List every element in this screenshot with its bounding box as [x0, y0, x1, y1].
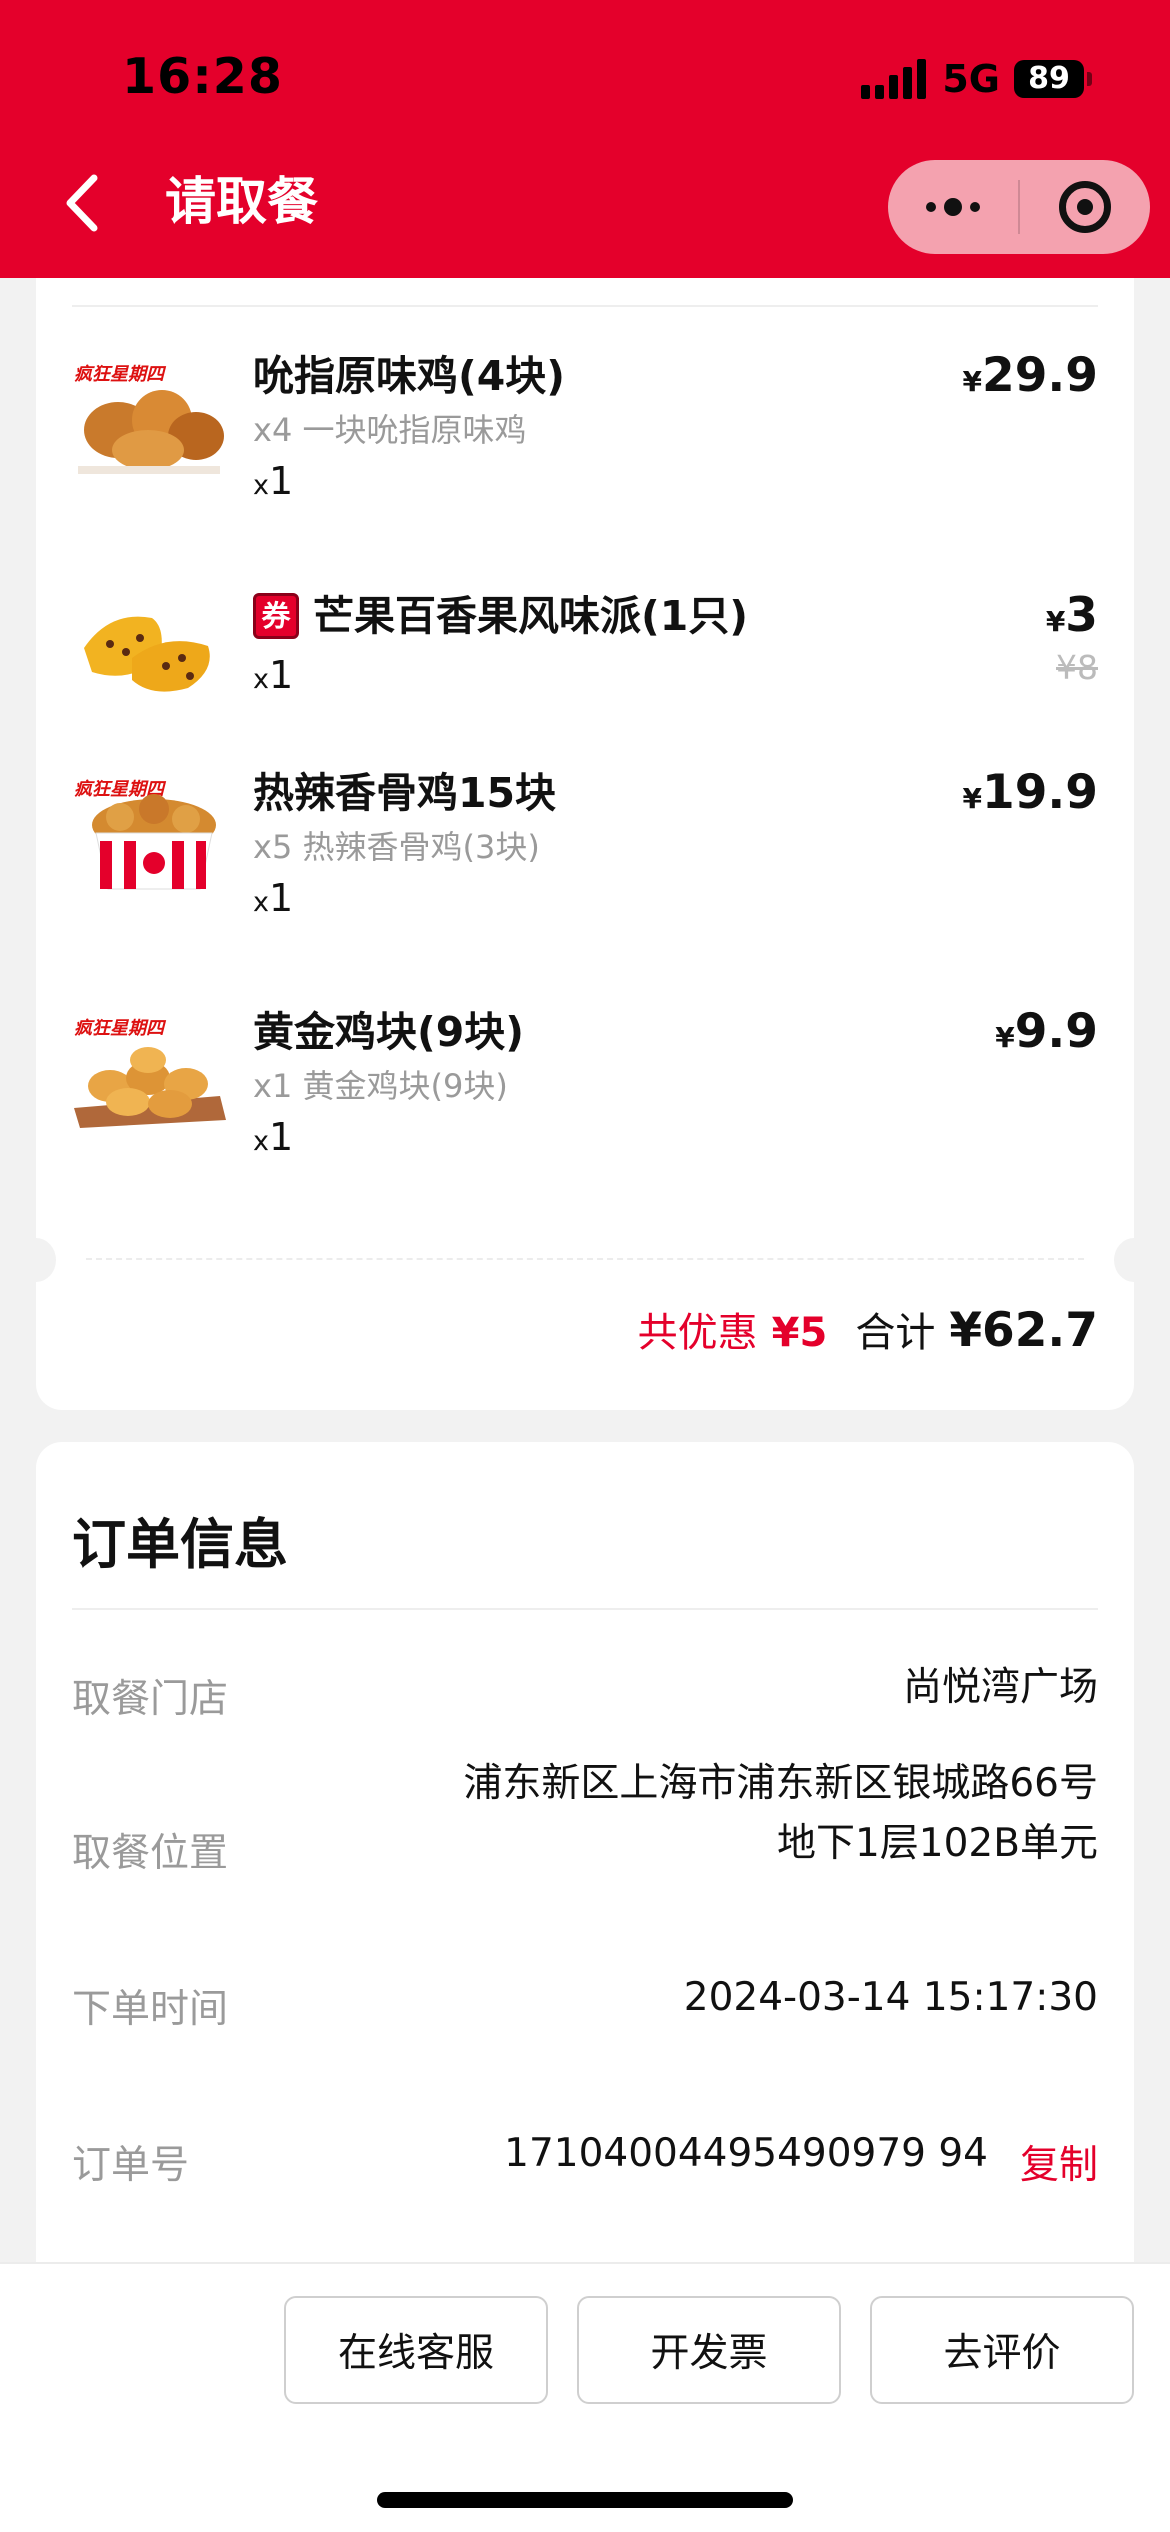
battery-icon: 89 — [1014, 60, 1084, 98]
total-value: ¥62.7 — [949, 1303, 1098, 1358]
signal-icon — [861, 59, 927, 99]
status-indicators: 5G 89 — [861, 56, 1092, 102]
total-label: 合计 — [855, 1310, 936, 1356]
item-name: 热辣香骨鸡15块 — [253, 769, 557, 817]
item-price: ¥9.9 — [995, 1004, 1098, 1059]
svg-text:疯狂星期四: 疯狂星期四 — [74, 364, 167, 385]
location-value: 浦东新区上海市浦东新区银城路66号 地下1层102B单元 — [463, 1754, 1098, 1874]
header-bar: 16:28 5G 89 请取餐 — [0, 0, 1170, 278]
item-description: x1 黄金鸡块(9块) — [253, 1067, 508, 1105]
more-dot-icon — [970, 202, 980, 212]
svg-text:疯狂星期四: 疯狂星期四 — [74, 1018, 167, 1039]
order-items-card: 疯狂星期四 吮指原味鸡(4块) x4 一块吮指原味鸡 x1 ¥29.9 券 芒果… — [16, 250, 1154, 1410]
copy-button[interactable]: 复制 — [1020, 2134, 1098, 2190]
order-number-label: 订单号 — [72, 2143, 190, 2188]
mini-program-capsule — [888, 160, 1150, 254]
item-name: 黄金鸡块(9块) — [253, 1008, 525, 1056]
item-name-text: 芒果百香果风味派(1只) — [313, 592, 749, 640]
item-quantity: x1 — [253, 653, 294, 697]
item-quantity: x1 — [253, 1115, 294, 1159]
item-name: 券芒果百香果风味派(1只) — [253, 588, 748, 644]
item-price: ¥29.9 — [962, 348, 1098, 403]
back-button[interactable] — [52, 168, 112, 238]
item-description: x4 一块吮指原味鸡 — [253, 411, 527, 449]
more-dot-icon — [926, 202, 936, 212]
page-title: 请取餐 — [165, 173, 319, 232]
order-time-label: 下单时间 — [72, 1987, 229, 2032]
ticket-notch — [1114, 1238, 1154, 1282]
more-button[interactable] — [888, 160, 1018, 254]
invoice-button[interactable]: 开发票 — [577, 2296, 841, 2404]
order-totals: 共优惠 ¥5 合计 ¥62.7 — [638, 1300, 1098, 1358]
section-title: 订单信息 — [72, 1513, 288, 1576]
review-button[interactable]: 去评价 — [870, 2296, 1134, 2404]
network-label: 5G — [942, 57, 1000, 101]
online-service-button[interactable]: 在线客服 — [284, 2296, 548, 2404]
item-quantity: x1 — [253, 876, 294, 920]
store-value: 尚悦湾广场 — [902, 1665, 1098, 1710]
coupon-badge: 券 — [253, 593, 299, 639]
mango-pie-icon — [70, 588, 228, 708]
close-mini-program-button[interactable] — [1020, 160, 1150, 254]
chevron-left-icon — [66, 174, 98, 232]
chicken-bucket-icon: 疯狂星期四 — [70, 773, 228, 893]
dashed-divider — [86, 1258, 1084, 1260]
item-description: x5 热辣香骨鸡(3块) — [253, 828, 540, 866]
target-icon — [1059, 181, 1111, 233]
item-original-price: ¥8 — [1056, 648, 1098, 687]
battery-nub — [1087, 72, 1092, 86]
store-label: 取餐门店 — [72, 1677, 229, 1722]
discount-label: 共优惠 — [637, 1310, 758, 1356]
status-time: 16:28 — [122, 48, 283, 105]
item-price: ¥19.9 — [962, 765, 1098, 820]
order-number-value: 17104004495490979 94 — [504, 2131, 988, 2176]
fried-chicken-icon: 疯狂星期四 — [70, 358, 228, 478]
location-label: 取餐位置 — [72, 1831, 229, 1876]
order-time-value: 2024-03-14 15:17:30 — [683, 1975, 1098, 2020]
item-quantity: x1 — [253, 459, 294, 503]
item-price: ¥3 — [1045, 588, 1098, 643]
discount-value: ¥5 — [771, 1310, 828, 1356]
ticket-notch — [16, 1238, 56, 1282]
bottom-action-bar: 在线客服 开发票 去评价 — [0, 2262, 1170, 2532]
location-line: 地下1层102B单元 — [776, 1821, 1098, 1866]
home-indicator[interactable] — [377, 2492, 793, 2508]
divider — [72, 1608, 1098, 1610]
location-line: 浦东新区上海市浦东新区银城路66号 — [463, 1761, 1098, 1806]
more-dot-icon — [944, 198, 962, 216]
chicken-nuggets-icon: 疯狂星期四 — [70, 1012, 228, 1132]
divider — [72, 305, 1098, 307]
item-name: 吮指原味鸡(4块) — [253, 352, 566, 400]
